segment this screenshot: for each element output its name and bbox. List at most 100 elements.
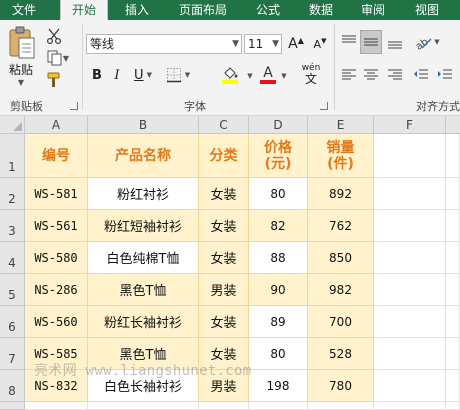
- column-header-g[interactable]: [446, 116, 460, 134]
- row-header-2[interactable]: 2: [0, 178, 25, 210]
- decrease-indent-button[interactable]: [410, 64, 432, 86]
- cell-g4[interactable]: [446, 242, 460, 274]
- column-header-e[interactable]: E: [308, 116, 374, 134]
- increase-font-size-button[interactable]: A ▲: [286, 34, 306, 54]
- worksheet-grid[interactable]: A B C D E F 1 2 3 4 5 6 7 8 编号 产品名称 分类 价格 (…: [0, 116, 460, 410]
- tab-file[interactable]: 文件: [4, 0, 44, 20]
- cell-d9[interactable]: [249, 402, 308, 410]
- cell-b9[interactable]: [88, 402, 199, 410]
- font-color-dropdown-icon[interactable]: ▼: [280, 70, 288, 82]
- copy-button[interactable]: ▼: [44, 48, 72, 68]
- cell-c1[interactable]: 分类: [199, 134, 249, 178]
- tab-insert[interactable]: 插入: [116, 0, 158, 20]
- cell-b7[interactable]: 黑色T恤: [88, 338, 199, 370]
- cell-a7[interactable]: WS-585: [25, 338, 88, 370]
- borders-dropdown-icon[interactable]: ▼: [185, 71, 190, 79]
- cell-a8[interactable]: NS-832: [25, 370, 88, 402]
- middle-align-button[interactable]: [360, 30, 382, 54]
- cell-c8[interactable]: 男装: [199, 370, 249, 402]
- row-header-4[interactable]: 4: [0, 242, 25, 274]
- cell-d4[interactable]: 88: [249, 242, 308, 274]
- cell-e9[interactable]: [308, 402, 374, 410]
- font-size-dropdown-icon[interactable]: ▼: [272, 35, 279, 53]
- tab-page-layout[interactable]: 页面布局: [170, 0, 236, 20]
- fill-color-dropdown-icon[interactable]: ▼: [246, 70, 254, 82]
- align-right-button[interactable]: [384, 64, 406, 86]
- bottom-align-button[interactable]: [384, 32, 406, 52]
- cell-c3[interactable]: 女装: [199, 210, 249, 242]
- select-all-button[interactable]: [0, 116, 25, 134]
- cell-c7[interactable]: 女装: [199, 338, 249, 370]
- increase-indent-button[interactable]: [434, 64, 456, 86]
- clipboard-launcher-icon[interactable]: [70, 102, 78, 110]
- cell-f4[interactable]: [374, 242, 446, 274]
- cell-g8[interactable]: [446, 370, 460, 402]
- cell-a1[interactable]: 编号: [25, 134, 88, 178]
- font-size-combo[interactable]: 11 ▼: [244, 34, 282, 54]
- tab-formulas[interactable]: 公式: [248, 0, 288, 20]
- cell-e6[interactable]: 700: [308, 306, 374, 338]
- cell-f8[interactable]: [374, 370, 446, 402]
- column-header-d[interactable]: D: [249, 116, 308, 134]
- tab-home[interactable]: 开始: [60, 0, 108, 20]
- paste-button[interactable]: 粘贴 ▼: [4, 26, 38, 88]
- cell-c2[interactable]: 女装: [199, 178, 249, 210]
- cell-e4[interactable]: 850: [308, 242, 374, 274]
- column-header-b[interactable]: B: [88, 116, 199, 134]
- row-header-5[interactable]: 5: [0, 274, 25, 306]
- tab-data[interactable]: 数据: [300, 0, 342, 20]
- cell-d1[interactable]: 价格 (元): [249, 134, 308, 178]
- decrease-font-size-button[interactable]: A ▼: [310, 34, 330, 54]
- cell-g5[interactable]: [446, 274, 460, 306]
- cell-c4[interactable]: 女装: [199, 242, 249, 274]
- cell-e8[interactable]: 780: [308, 370, 374, 402]
- row-header-1[interactable]: 1: [0, 134, 25, 178]
- orientation-button[interactable]: ab ▼: [410, 32, 444, 52]
- align-left-button[interactable]: [338, 64, 360, 86]
- fill-color-button[interactable]: [214, 64, 246, 86]
- cell-f7[interactable]: [374, 338, 446, 370]
- cell-e2[interactable]: 892: [308, 178, 374, 210]
- cell-e7[interactable]: 528: [308, 338, 374, 370]
- cell-b2[interactable]: 粉红衬衫: [88, 178, 199, 210]
- borders-button[interactable]: ▼: [162, 64, 194, 86]
- row-header-6[interactable]: 6: [0, 306, 25, 338]
- cell-g7[interactable]: [446, 338, 460, 370]
- row-header-8[interactable]: 8: [0, 370, 25, 402]
- cell-d7[interactable]: 80: [249, 338, 308, 370]
- top-align-button[interactable]: [338, 32, 360, 52]
- cell-b5[interactable]: 黑色T恤: [88, 274, 199, 306]
- cell-a6[interactable]: WS-560: [25, 306, 88, 338]
- cell-g6[interactable]: [446, 306, 460, 338]
- phonetic-guide-button[interactable]: wén 文: [294, 62, 328, 86]
- column-header-f[interactable]: F: [374, 116, 446, 134]
- cell-g3[interactable]: [446, 210, 460, 242]
- font-name-combo[interactable]: 等线 ▼: [86, 34, 242, 54]
- row-header-7[interactable]: 7: [0, 338, 25, 370]
- cell-f6[interactable]: [374, 306, 446, 338]
- cell-g1[interactable]: [446, 134, 460, 178]
- cell-f2[interactable]: [374, 178, 446, 210]
- cell-b3[interactable]: 粉红短袖衬衫: [88, 210, 199, 242]
- cell-d5[interactable]: 90: [249, 274, 308, 306]
- column-header-a[interactable]: A: [25, 116, 88, 134]
- cell-b6[interactable]: 粉红长袖衬衫: [88, 306, 199, 338]
- cell-c5[interactable]: 男装: [199, 274, 249, 306]
- cell-c6[interactable]: 女装: [199, 306, 249, 338]
- font-color-button[interactable]: A: [254, 64, 282, 86]
- tab-view[interactable]: 视图: [406, 0, 448, 20]
- cut-button[interactable]: [44, 26, 64, 46]
- cell-b1[interactable]: 产品名称: [88, 134, 199, 178]
- paste-dropdown-icon[interactable]: ▼: [18, 78, 24, 87]
- column-header-c[interactable]: C: [199, 116, 249, 134]
- cell-d6[interactable]: 89: [249, 306, 308, 338]
- cell-a3[interactable]: WS-561: [25, 210, 88, 242]
- cell-e5[interactable]: 982: [308, 274, 374, 306]
- cell-a5[interactable]: NS-286: [25, 274, 88, 306]
- align-center-button[interactable]: [360, 64, 382, 86]
- row-header-3[interactable]: 3: [0, 210, 25, 242]
- cell-b8[interactable]: 白色长袖衬衫: [88, 370, 199, 402]
- italic-button[interactable]: I: [108, 64, 126, 86]
- format-painter-button[interactable]: [44, 70, 64, 90]
- cell-f5[interactable]: [374, 274, 446, 306]
